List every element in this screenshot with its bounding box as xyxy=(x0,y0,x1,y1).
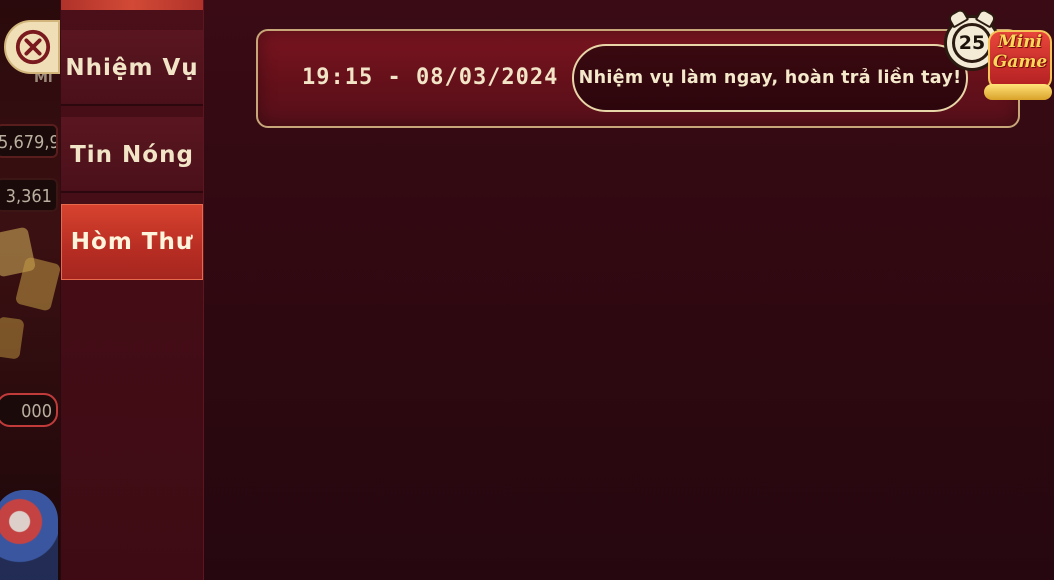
sidebar-item-tin-nong[interactable]: Tin Nóng xyxy=(61,117,203,193)
notification-card[interactable]: 19:15 - 08/03/2024 Nhiệm vụ làm ngay, ho… xyxy=(256,29,1020,128)
sidebar-item-label: Tin Nóng xyxy=(70,142,194,168)
sidebar-item-hom-thu[interactable]: Hòm Thư xyxy=(61,204,203,280)
sidebar-item-nhiem-vu[interactable]: Nhiệm Vụ xyxy=(61,30,203,106)
sidebar-item-label: Hòm Thư xyxy=(70,229,194,255)
dice-decoration xyxy=(0,316,25,360)
background-value: 000 xyxy=(0,393,58,427)
lion-dance-decoration xyxy=(0,490,58,580)
minigame-coins xyxy=(984,84,1052,100)
sidebar: Nhiệm Vụ Tin Nóng Hòm Thư xyxy=(61,0,204,580)
minigame-badge-icon[interactable]: Mini Game xyxy=(984,26,1052,100)
notification-message: Nhiệm vụ làm ngay, hoàn trả liền tay! xyxy=(572,44,968,112)
minigame-label-line2: Game xyxy=(992,52,1048,72)
minigame-label: Mini Game xyxy=(990,32,1050,72)
notification-time: 19:15 - 08/03/2024 xyxy=(302,65,559,90)
background-value: 5,679,9 xyxy=(0,124,58,158)
close-circle-icon xyxy=(15,29,51,65)
background-game-strip: Mi 5,679,9 3,361 000 xyxy=(0,0,60,580)
sidebar-top-accent xyxy=(61,0,203,10)
background-value: 3,361 xyxy=(0,178,58,212)
minigame-label-line1: Mini xyxy=(997,32,1043,52)
sidebar-item-label: Nhiệm Vụ xyxy=(65,55,199,81)
close-button[interactable] xyxy=(4,20,60,74)
